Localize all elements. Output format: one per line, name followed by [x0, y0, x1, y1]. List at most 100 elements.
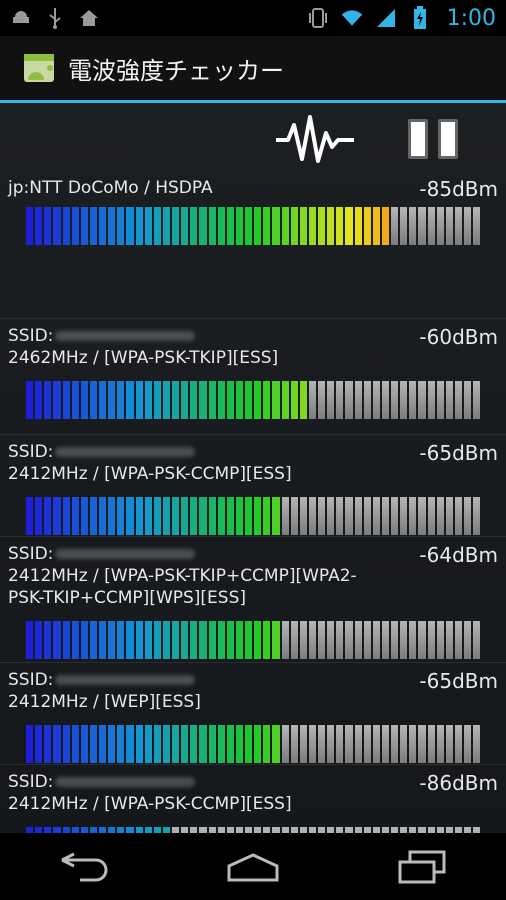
meter-segment-empty [473, 381, 481, 419]
meter-segment-filled [135, 381, 143, 419]
meter-segment-empty [381, 725, 389, 763]
meter-segment-filled [181, 381, 189, 419]
meter-segment-empty [308, 381, 316, 419]
meter-segment-filled [308, 207, 316, 245]
meter-segment-filled [235, 725, 243, 763]
meter-segment-empty [281, 497, 289, 535]
meter-segment-empty [400, 497, 408, 535]
signal-meter [26, 381, 481, 419]
meter-segment-empty [327, 725, 335, 763]
meter-segment-filled [80, 381, 88, 419]
meter-segment-empty [400, 381, 408, 419]
meter-segment-filled [71, 381, 79, 419]
meter-segment-filled [162, 381, 170, 419]
app-icon [22, 50, 58, 86]
meter-segment-filled [208, 381, 216, 419]
network-name: jp:NTT DoCoMo / HSDPA [8, 177, 213, 199]
meter-segment-filled [190, 497, 198, 535]
meter-segment-empty [409, 207, 417, 245]
meter-segment-filled [245, 381, 253, 419]
meter-segment-empty [336, 381, 344, 419]
signal-meter [26, 621, 481, 659]
meter-segment-filled [117, 621, 125, 659]
meter-segment-filled [144, 381, 152, 419]
meter-segment-empty [436, 497, 444, 535]
meter-segment-empty [308, 497, 316, 535]
meter-segment-filled [290, 381, 298, 419]
signal-strength-dbm: -65dBm [419, 441, 498, 465]
network-name: SSID: [8, 441, 196, 463]
meter-segment-empty [473, 497, 481, 535]
meter-segment-empty [327, 497, 335, 535]
status-bar: 1:00 [0, 0, 506, 36]
meter-segment-filled [190, 207, 198, 245]
meter-segment-filled [226, 725, 234, 763]
meter-segment-filled [126, 725, 134, 763]
pause-icon [438, 119, 458, 159]
meter-segment-filled [263, 497, 271, 535]
meter-segment-filled [245, 621, 253, 659]
meter-segment-filled [26, 207, 34, 245]
meter-segment-empty [391, 497, 399, 535]
meter-segment-empty [445, 497, 453, 535]
meter-segment-filled [217, 725, 225, 763]
meter-segment-empty [354, 621, 362, 659]
meter-segment-empty [427, 725, 435, 763]
meter-segment-filled [44, 207, 52, 245]
recents-icon[interactable] [387, 847, 457, 887]
meter-segment-filled [35, 725, 43, 763]
meter-segment-filled [245, 497, 253, 535]
meter-segment-filled [299, 207, 307, 245]
meter-segment-filled [190, 621, 198, 659]
meter-segment-filled [99, 207, 107, 245]
meter-segment-empty [409, 381, 417, 419]
meter-segment-empty [345, 381, 353, 419]
back-icon[interactable] [49, 847, 119, 887]
meter-segment-filled [327, 207, 335, 245]
signal-strength-dbm: -64dBm [419, 543, 498, 567]
meter-segment-empty [354, 725, 362, 763]
meter-segment-filled [254, 497, 262, 535]
meter-segment-filled [89, 725, 97, 763]
meter-segment-filled [381, 207, 389, 245]
meter-segment-filled [217, 497, 225, 535]
meter-segment-empty [308, 621, 316, 659]
meter-segment-filled [53, 207, 61, 245]
meter-segment-filled [80, 497, 88, 535]
meter-segment-filled [254, 725, 262, 763]
meter-segment-empty [308, 725, 316, 763]
meter-segment-filled [181, 621, 189, 659]
meter-segment-filled [245, 207, 253, 245]
meter-segment-filled [345, 207, 353, 245]
meter-segment-filled [108, 725, 116, 763]
network-label: jp:NTT DoCoMo / HSDPA [8, 178, 213, 198]
meter-segment-filled [89, 381, 97, 419]
meter-segment-empty [363, 621, 371, 659]
signal-row: SSID: 2412MHz / [WPA-PSK-CCMP][ESS] -65dBm [0, 435, 506, 537]
meter-segment-filled [44, 497, 52, 535]
meter-segment-empty [445, 725, 453, 763]
meter-segment-empty [409, 621, 417, 659]
meter-segment-filled [199, 725, 207, 763]
signal-row: SSID: 2412MHz / [WEP][ESS] -65dBm [0, 663, 506, 765]
meter-segment-empty [281, 621, 289, 659]
meter-segment-filled [53, 497, 61, 535]
pulse-icon[interactable] [272, 111, 358, 169]
meter-segment-filled [80, 207, 88, 245]
meter-segment-filled [126, 381, 134, 419]
meter-segment-filled [363, 207, 371, 245]
meter-segment-filled [35, 207, 43, 245]
network-label: SSID: [8, 544, 54, 564]
home-icon [78, 7, 100, 29]
meter-segment-empty [318, 621, 326, 659]
meter-segment-filled [26, 621, 34, 659]
meter-segment-filled [108, 497, 116, 535]
meter-segment-empty [381, 381, 389, 419]
network-details: 2412MHz / [WPA-PSK-CCMP][ESS] [8, 464, 292, 484]
meter-segment-filled [199, 621, 207, 659]
meter-segment-empty [391, 725, 399, 763]
meter-segment-empty [473, 621, 481, 659]
meter-segment-empty [427, 207, 435, 245]
pause-button[interactable] [402, 113, 464, 165]
home-icon[interactable] [218, 847, 288, 887]
